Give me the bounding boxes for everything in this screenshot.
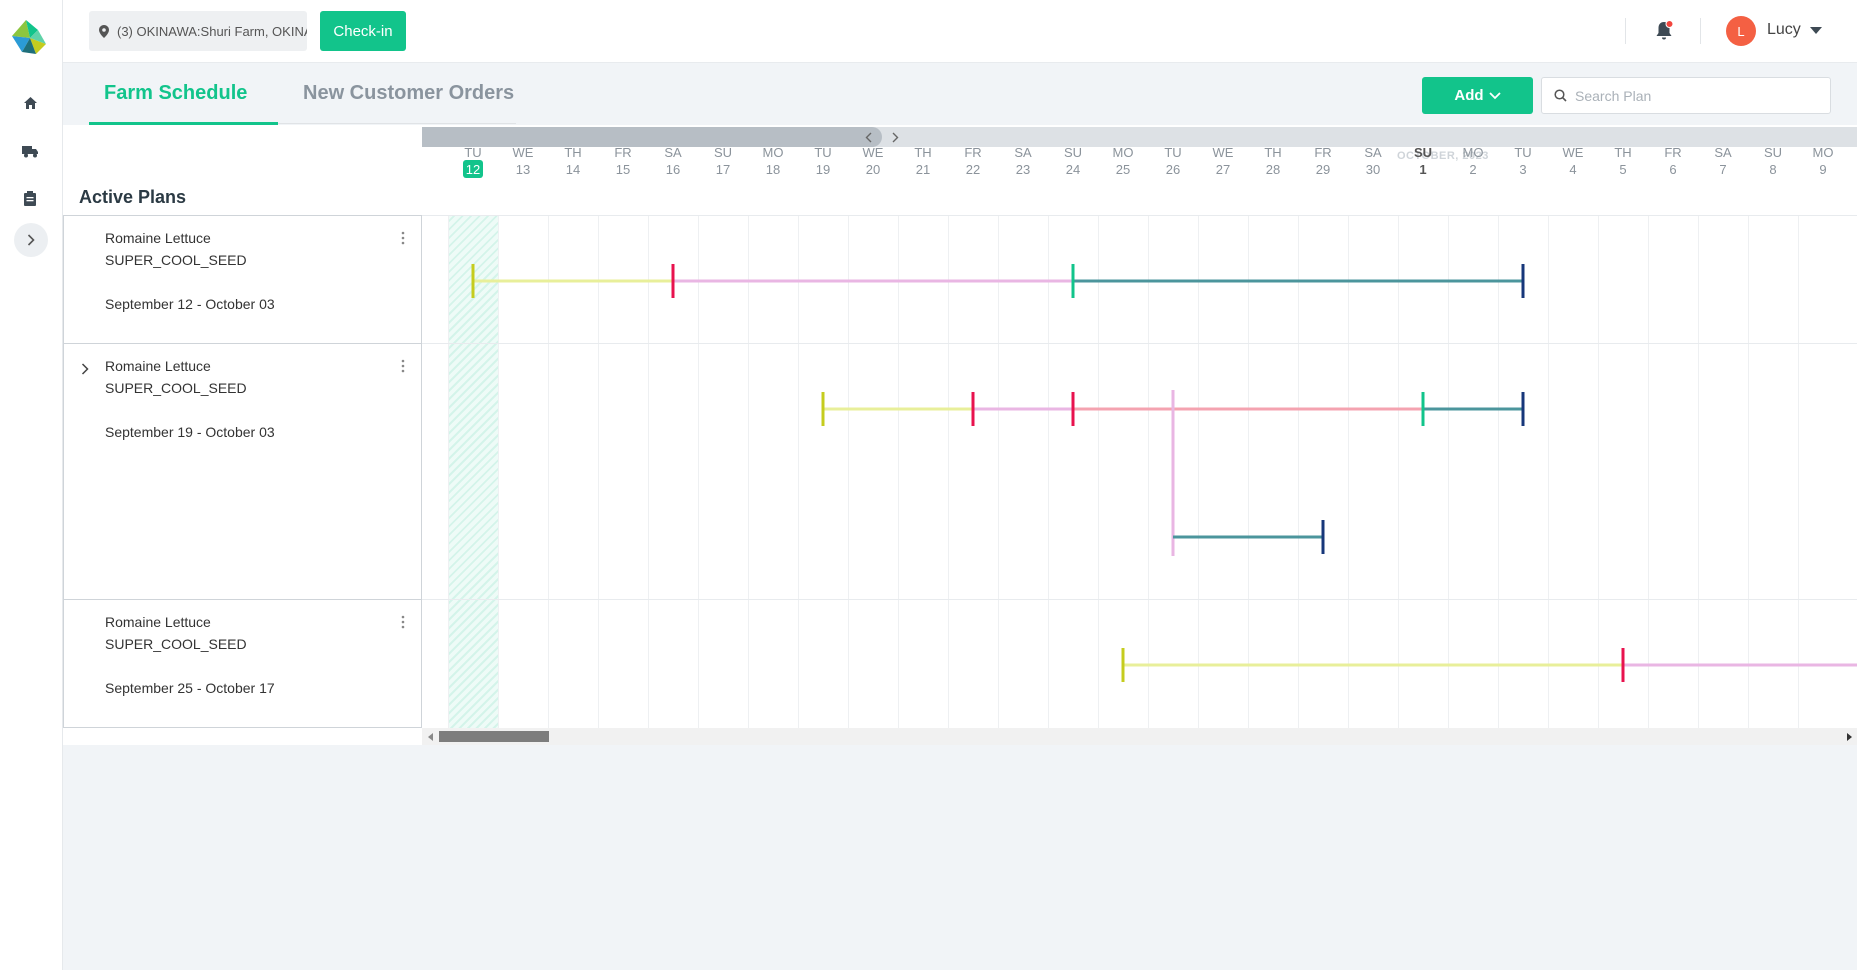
divider [1625, 18, 1626, 44]
check-in-button[interactable]: Check-in [320, 11, 406, 51]
horizontal-scrollbar[interactable] [422, 728, 1857, 745]
plan-dates: September 12 - October 03 [105, 296, 275, 312]
search-icon [1554, 89, 1567, 102]
top-bar: (3) OKINAWA:Shuri Farm, OKINAWA Check-in… [63, 0, 1857, 63]
user-avatar[interactable]: L [1726, 16, 1756, 46]
app-logo[interactable] [8, 14, 50, 56]
plan-dates: September 19 - October 03 [105, 424, 275, 440]
gantt-timeline[interactable]: OCTOBER, 2023 TU 12 WE 13 TH 14 FR 15 SA 16 SU 17 MO… [422, 127, 1857, 728]
location-text: (3) OKINAWA:Shuri Farm, OKINAWA [117, 23, 307, 39]
plan-seed: SUPER_COOL_SEED [105, 252, 247, 268]
plan-crop: Romaine Lettuce [105, 230, 211, 246]
chevron-right-icon [27, 234, 35, 246]
add-button-label: Add [1454, 87, 1484, 104]
add-button[interactable]: Add [1422, 77, 1533, 114]
plan-card[interactable]: Romaine Lettuce SUPER_COOL_SEED Septembe… [64, 600, 421, 727]
left-rail [0, 0, 63, 970]
search-input[interactable] [1573, 86, 1817, 105]
tab-new-customer-orders[interactable]: New Customer Orders [303, 82, 514, 105]
plan-card[interactable]: Romaine Lettuce SUPER_COOL_SEED Septembe… [64, 216, 421, 344]
home-icon[interactable] [19, 92, 41, 114]
more-options-icon[interactable] [397, 612, 409, 632]
chevron-right-icon[interactable] [81, 363, 89, 375]
scrollbar-thumb[interactable] [439, 731, 549, 742]
plan-crop: Romaine Lettuce [105, 614, 211, 630]
plan-dates: September 25 - October 17 [105, 680, 275, 696]
divider [1700, 18, 1701, 44]
tab-divider [278, 123, 516, 124]
tab-farm-schedule[interactable]: Farm Schedule [104, 82, 247, 105]
more-options-icon[interactable] [397, 356, 409, 376]
map-pin-icon [99, 24, 109, 38]
active-plans-heading: Active Plans [79, 187, 187, 207]
plan-crop: Romaine Lettuce [105, 358, 211, 374]
location-selector[interactable]: (3) OKINAWA:Shuri Farm, OKINAWA [89, 11, 307, 51]
user-name[interactable]: Lucy [1767, 21, 1801, 39]
plans-list: Romaine Lettuce SUPER_COOL_SEED Septembe… [63, 215, 422, 728]
plan-card[interactable]: Romaine Lettuce SUPER_COOL_SEED Septembe… [64, 344, 421, 600]
plan-seed: SUPER_COOL_SEED [105, 380, 247, 396]
notifications-bell-icon[interactable] [1651, 18, 1677, 44]
scroll-right-arrow-icon[interactable] [1844, 731, 1854, 742]
search-plan-field[interactable] [1541, 77, 1831, 114]
more-options-icon[interactable] [397, 228, 409, 248]
plan-seed: SUPER_COOL_SEED [105, 636, 247, 652]
truck-icon[interactable] [19, 140, 41, 162]
expand-sidebar-button[interactable] [14, 223, 48, 257]
chevron-down-icon [1488, 91, 1501, 99]
schedule-bars [471, 264, 1857, 682]
clipboard-icon[interactable] [19, 187, 41, 209]
scroll-left-arrow-icon[interactable] [425, 731, 435, 742]
caret-down-icon[interactable] [1810, 27, 1822, 34]
